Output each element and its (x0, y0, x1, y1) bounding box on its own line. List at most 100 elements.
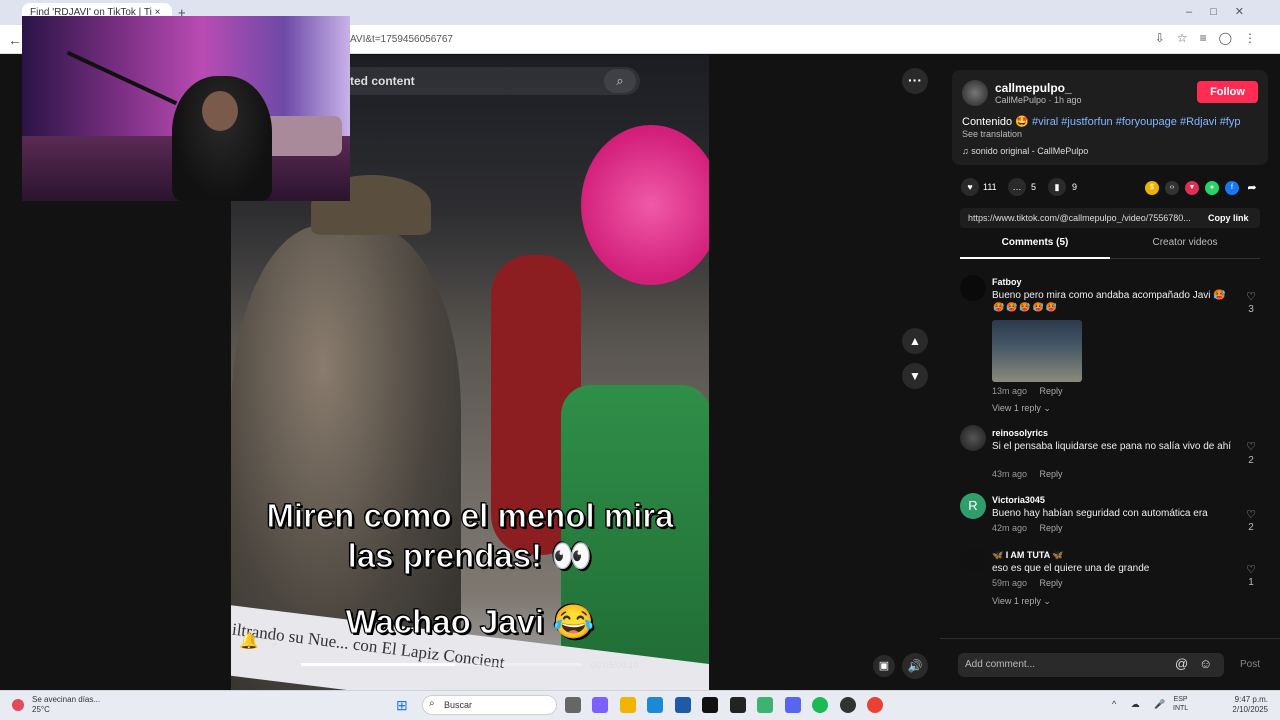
comment-avatar[interactable] (960, 547, 986, 573)
comment-like-count: 2 (1248, 455, 1254, 466)
webcam-couch (262, 116, 342, 156)
comment-avatar[interactable] (960, 425, 986, 451)
reply-button[interactable]: Reply (1040, 386, 1063, 396)
comment-text: Bueno hay habían seguridad con automátic… (992, 508, 1208, 519)
embed-icon[interactable]: ‹› (1165, 181, 1179, 195)
reply-button[interactable]: Reply (1040, 523, 1063, 533)
desc-prefix: Contenido 🤩 (962, 116, 1032, 128)
share-arrow-icon[interactable]: ➦ (1245, 181, 1259, 195)
pip-icon[interactable]: ▣ (873, 655, 895, 677)
terminal-icon[interactable] (702, 697, 718, 713)
weather-widget[interactable]: Se avecinan días... 25°C (32, 695, 100, 715)
heart-icon[interactable]: ♡ (1244, 563, 1258, 576)
chevron-up-icon[interactable]: ▲ (902, 328, 928, 354)
tab-creator-videos[interactable]: Creator videos (1110, 237, 1260, 259)
comment-time: 43m ago (992, 469, 1028, 479)
search-icon[interactable]: ⌕ (604, 69, 636, 93)
view-replies-button[interactable]: View 1 reply ⌄ (992, 403, 1051, 414)
file-explorer-icon[interactable] (620, 697, 636, 713)
reply-button[interactable]: Reply (1040, 469, 1063, 479)
author-meta: CallMePulpo · 1h ago (995, 95, 1082, 105)
comment-meta: 59m ago Reply (992, 578, 1063, 588)
chrome-icon[interactable] (867, 697, 883, 713)
weather-text: Se avecinan días... (32, 695, 101, 704)
discord-icon[interactable] (785, 697, 801, 713)
send-icon[interactable]: ▼ (1185, 181, 1199, 195)
clock[interactable]: 9:47 p.m. 2/10/2025 (1228, 695, 1268, 715)
comment-input-placeholder[interactable]: Add comment... (965, 659, 1035, 670)
chevron-down-icon[interactable]: ⌄ (269, 635, 279, 649)
video-progress-fill (301, 663, 455, 666)
volume-icon[interactable]: 🔊 (902, 653, 928, 679)
heart-icon[interactable]: ♡ (1244, 440, 1258, 453)
music-link[interactable]: ♫ sonido original - CallMePulpo (962, 146, 1088, 156)
comment-username[interactable]: reinosolyrics (992, 428, 1048, 438)
address-bar-icons[interactable]: ⇩☆≡◯⋮ (1155, 31, 1268, 45)
comment-icon[interactable]: … (1008, 178, 1026, 196)
store-icon[interactable] (675, 697, 691, 713)
view-replies-button[interactable]: View 1 reply ⌄ (992, 596, 1051, 607)
video-progress-bar[interactable] (301, 663, 581, 666)
window-controls[interactable]: –□✕ (1186, 5, 1262, 18)
comment-time: 13m ago (992, 386, 1028, 396)
comment-meta: 13m ago Reply (992, 386, 1063, 396)
language-indicator[interactable]: ESP INTL (1173, 695, 1188, 713)
taskbar-search[interactable] (422, 695, 557, 715)
reply-button[interactable]: Reply (1040, 578, 1063, 588)
clock-date: 2/10/2025 (1232, 705, 1268, 714)
back-arrow-icon[interactable]: ← (8, 32, 22, 48)
taskbar-search-label[interactable]: Buscar (444, 700, 472, 710)
taskbar (0, 690, 1280, 720)
taskview-icon[interactable] (565, 697, 581, 713)
post-link[interactable]: https://www.tiktok.com/@callmepulpo_/vid… (968, 213, 1198, 223)
app-icon[interactable] (730, 697, 746, 713)
desc-hashtags[interactable]: #viral #justforfun #foryoupage #Rdjavi #… (1032, 116, 1241, 128)
system-tray-icons[interactable]: ^ ☁ 🎤 (1112, 699, 1171, 710)
share-coin-icon[interactable]: $ (1145, 181, 1159, 195)
comment-text: Si el pensaba liquidarse ese pana no sal… (992, 441, 1232, 452)
video-caption-line1: Miren como el menol mira (266, 497, 674, 535)
more-horiz-icon[interactable]: ··· (902, 68, 928, 94)
whatsapp-icon[interactable]: ● (1205, 181, 1219, 195)
lang-layout: INTL (1173, 705, 1189, 712)
comment-avatar[interactable]: R (960, 493, 986, 519)
heart-icon[interactable]: ♥ (961, 178, 979, 196)
video-caption-line2: las prendas! 👀 (347, 537, 593, 575)
spotify-icon[interactable] (812, 697, 828, 713)
post-comment-button[interactable]: Post (1240, 659, 1260, 670)
webcam-overlay (22, 16, 350, 201)
bookmark-icon[interactable]: ▮ (1048, 178, 1066, 196)
app-x-icon[interactable] (757, 697, 773, 713)
search-input[interactable]: ted content (350, 74, 415, 88)
mention-icon[interactable]: @ (1175, 656, 1188, 671)
comment-username[interactable]: 🦋 I AM TUTA 🦋 (992, 550, 1064, 561)
comment-avatar[interactable] (960, 275, 986, 301)
heart-icon[interactable]: ♡ (1244, 508, 1258, 521)
comment-emojis: 🥵🥵🥵🥵🥵 (993, 302, 1060, 312)
comment-like-count: 2 (1248, 522, 1254, 533)
bell-icon[interactable]: 🔔 (239, 631, 259, 651)
weather-icon[interactable] (12, 699, 24, 711)
copy-link-button[interactable]: Copy link (1208, 213, 1249, 223)
comment-image[interactable] (992, 320, 1082, 382)
follow-button[interactable]: Follow (1197, 81, 1258, 103)
edge-icon[interactable] (647, 697, 663, 713)
obs-icon[interactable] (840, 697, 856, 713)
webcam-mic-arm (66, 50, 178, 106)
tab-comments[interactable]: Comments (5) (960, 237, 1110, 259)
video-caption-line3: Wachao Javi 😂 (345, 603, 595, 641)
chevron-down-icon[interactable]: ▼ (902, 363, 928, 389)
comment-username[interactable]: Victoria3045 (992, 495, 1045, 505)
see-translation-link[interactable]: See translation (962, 129, 1022, 139)
url-text[interactable]: AVI&t=1759456056767 (350, 34, 453, 45)
search-icon: ⌕ (429, 698, 435, 709)
comment-username[interactable]: Fatboy (992, 277, 1022, 287)
copilot-icon[interactable] (592, 697, 608, 713)
heart-icon[interactable]: ♡ (1244, 290, 1258, 303)
facebook-icon[interactable]: f (1225, 181, 1239, 195)
author-avatar[interactable] (962, 80, 988, 106)
author-username[interactable]: callmepulpo_ (995, 81, 1072, 95)
emoji-icon[interactable]: ☺ (1199, 656, 1212, 671)
windows-start-icon[interactable]: ⊞ (396, 697, 408, 714)
post-description: Contenido 🤩 #viral #justforfun #foryoupa… (962, 115, 1240, 128)
